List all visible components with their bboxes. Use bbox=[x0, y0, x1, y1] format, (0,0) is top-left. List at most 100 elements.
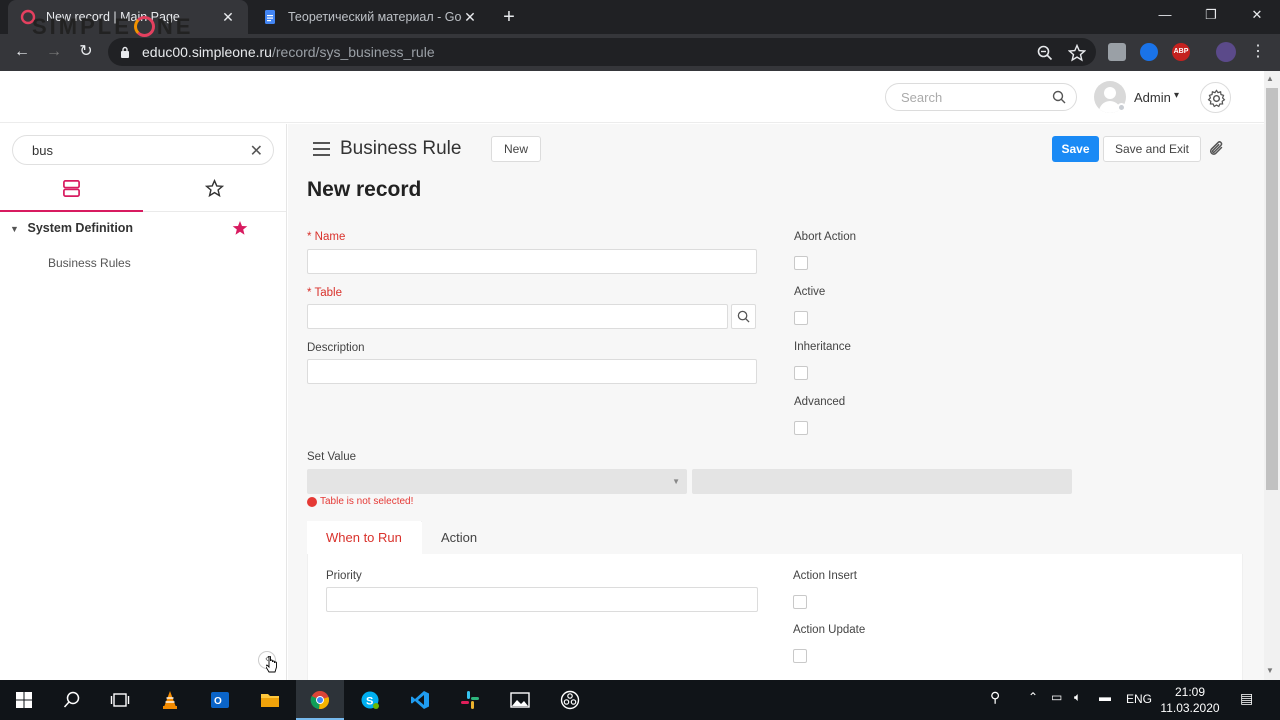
tab-when-to-run[interactable]: When to Run bbox=[307, 521, 421, 554]
sidebar-item-business-rules[interactable]: Business Rules bbox=[48, 256, 131, 270]
scroll-down-icon[interactable]: ▼ bbox=[1266, 666, 1274, 675]
set-value-field-select[interactable]: ▼ bbox=[307, 469, 687, 494]
error-icon bbox=[307, 497, 317, 507]
close-tab-icon[interactable]: ✕ bbox=[462, 9, 478, 26]
network-icon[interactable]: ▭ bbox=[1051, 690, 1062, 704]
scroll-up-icon[interactable]: ▲ bbox=[1266, 74, 1274, 83]
scrollbar-thumb[interactable] bbox=[1266, 88, 1278, 490]
clear-search-icon[interactable]: ✕ bbox=[250, 141, 263, 161]
menu-icon[interactable] bbox=[313, 142, 330, 156]
active-checkbox[interactable] bbox=[794, 311, 808, 325]
inheritance-checkbox[interactable] bbox=[794, 366, 808, 380]
priority-label: Priority bbox=[326, 570, 362, 582]
table-field[interactable] bbox=[307, 304, 728, 329]
tab-action[interactable]: Action bbox=[422, 521, 497, 554]
bookmark-star-icon[interactable] bbox=[1068, 44, 1086, 62]
action-update-checkbox[interactable] bbox=[793, 649, 807, 663]
tab-all-modules[interactable] bbox=[0, 172, 143, 212]
taskbar-app-chrome[interactable] bbox=[296, 680, 344, 720]
description-field[interactable] bbox=[307, 359, 757, 384]
notifications-icon[interactable]: ▤ bbox=[1240, 690, 1253, 707]
extension-icon[interactable] bbox=[1140, 43, 1158, 61]
active-label: Active bbox=[794, 286, 826, 298]
slack-icon bbox=[461, 691, 479, 709]
abort-action-checkbox[interactable] bbox=[794, 256, 808, 270]
mouse-cursor-icon bbox=[266, 656, 277, 673]
dropdown-arrow-icon: ▼ bbox=[672, 477, 680, 486]
navigator-search-input[interactable]: bus ✕ bbox=[12, 135, 274, 165]
input-language[interactable]: ENG bbox=[1126, 692, 1152, 706]
gear-icon bbox=[1207, 89, 1226, 108]
new-tab-icon[interactable]: + bbox=[498, 6, 520, 28]
action-insert-checkbox[interactable] bbox=[793, 595, 807, 609]
profile-avatar[interactable] bbox=[1216, 42, 1236, 62]
browser-tab-inactive[interactable]: Теоретический материал - Goo ✕ bbox=[250, 0, 490, 34]
taskbar-app-slack[interactable] bbox=[446, 680, 494, 720]
extension-icon[interactable] bbox=[1108, 43, 1126, 61]
favorite-star-icon[interactable] bbox=[232, 220, 248, 236]
attachment-icon[interactable] bbox=[1207, 139, 1227, 159]
search-icon[interactable] bbox=[1052, 90, 1066, 104]
adblock-icon[interactable]: ABP bbox=[1172, 43, 1190, 61]
browser-menu-icon[interactable]: ⋮ bbox=[1245, 39, 1271, 65]
reload-icon[interactable]: ↻ bbox=[73, 39, 99, 65]
skype-icon: S bbox=[361, 691, 379, 709]
chrome-icon bbox=[310, 691, 330, 710]
battery-icon[interactable]: ▬ bbox=[1099, 690, 1111, 704]
tab-header-background bbox=[422, 521, 1243, 554]
zoom-icon[interactable] bbox=[1036, 44, 1054, 62]
svg-text:O: O bbox=[214, 696, 222, 707]
photos-icon bbox=[510, 692, 530, 708]
advanced-checkbox[interactable] bbox=[794, 421, 808, 435]
save-and-exit-button[interactable]: Save and Exit bbox=[1103, 136, 1201, 162]
volume-icon[interactable]: 🔈︎ bbox=[1074, 690, 1081, 705]
taskbar-search-button[interactable] bbox=[48, 680, 96, 720]
save-button[interactable]: Save bbox=[1052, 136, 1099, 162]
priority-field[interactable] bbox=[326, 587, 758, 612]
clock-date: 11.03.2020 bbox=[1160, 701, 1220, 715]
vlc-icon bbox=[163, 691, 177, 709]
close-window-icon[interactable]: ✕ bbox=[1234, 0, 1280, 32]
taskbar-app-outlook[interactable]: O bbox=[196, 680, 244, 720]
taskbar-app-vlc[interactable] bbox=[146, 680, 194, 720]
settings-button[interactable] bbox=[1200, 82, 1231, 113]
search-icon bbox=[737, 310, 750, 323]
taskbar-clock[interactable]: 21:09 11.03.2020 bbox=[1158, 684, 1222, 716]
forward-icon[interactable]: → bbox=[41, 39, 67, 65]
inheritance-label: Inheritance bbox=[794, 341, 851, 353]
simpleone-logo[interactable]: SIMPLE NE bbox=[32, 14, 193, 40]
lock-icon bbox=[121, 46, 129, 58]
taskbar-app-photos[interactable] bbox=[496, 680, 544, 720]
chevron-down-icon[interactable]: ▾ bbox=[1174, 90, 1179, 101]
taskbar-app-file-explorer[interactable] bbox=[246, 680, 294, 720]
search-placeholder: Search bbox=[901, 90, 943, 105]
taskbar-app-skype[interactable]: S bbox=[346, 680, 394, 720]
action-insert-label: Action Insert bbox=[793, 570, 857, 582]
vscode-icon bbox=[411, 691, 429, 709]
global-search-input[interactable]: Search bbox=[885, 83, 1077, 111]
address-url[interactable]: educ00.simpleone.ru/record/sys_business_… bbox=[142, 44, 435, 60]
task-view-button[interactable] bbox=[96, 680, 144, 720]
table-lookup-button[interactable] bbox=[731, 304, 756, 329]
name-field[interactable] bbox=[307, 249, 757, 274]
tab-favorites[interactable] bbox=[143, 172, 286, 212]
taskbar-app-vscode[interactable] bbox=[396, 680, 444, 720]
taskbar-app-obs[interactable] bbox=[546, 680, 594, 720]
chevron-up-icon[interactable]: ⌃ bbox=[1028, 690, 1038, 704]
close-tab-icon[interactable]: ✕ bbox=[220, 9, 236, 26]
minimize-window-icon[interactable]: — bbox=[1142, 0, 1188, 32]
set-value-input[interactable] bbox=[692, 469, 1072, 494]
user-name[interactable]: Admin bbox=[1134, 90, 1171, 105]
chevron-down-icon: ▼ bbox=[10, 224, 19, 234]
sidebar-group-system-definition[interactable]: ▼ System Definition bbox=[10, 221, 133, 235]
star-outline-icon bbox=[205, 179, 224, 198]
people-icon[interactable]: ⚲ bbox=[990, 689, 1000, 706]
action-update-label: Action Update bbox=[793, 624, 866, 636]
restore-window-icon[interactable]: ❐ bbox=[1188, 0, 1234, 32]
description-label: Description bbox=[307, 342, 365, 354]
new-button[interactable]: New bbox=[491, 136, 541, 162]
windows-start-button[interactable] bbox=[0, 680, 48, 720]
back-icon[interactable]: ← bbox=[9, 39, 35, 65]
obs-icon bbox=[560, 690, 580, 710]
folder-icon bbox=[261, 694, 279, 707]
